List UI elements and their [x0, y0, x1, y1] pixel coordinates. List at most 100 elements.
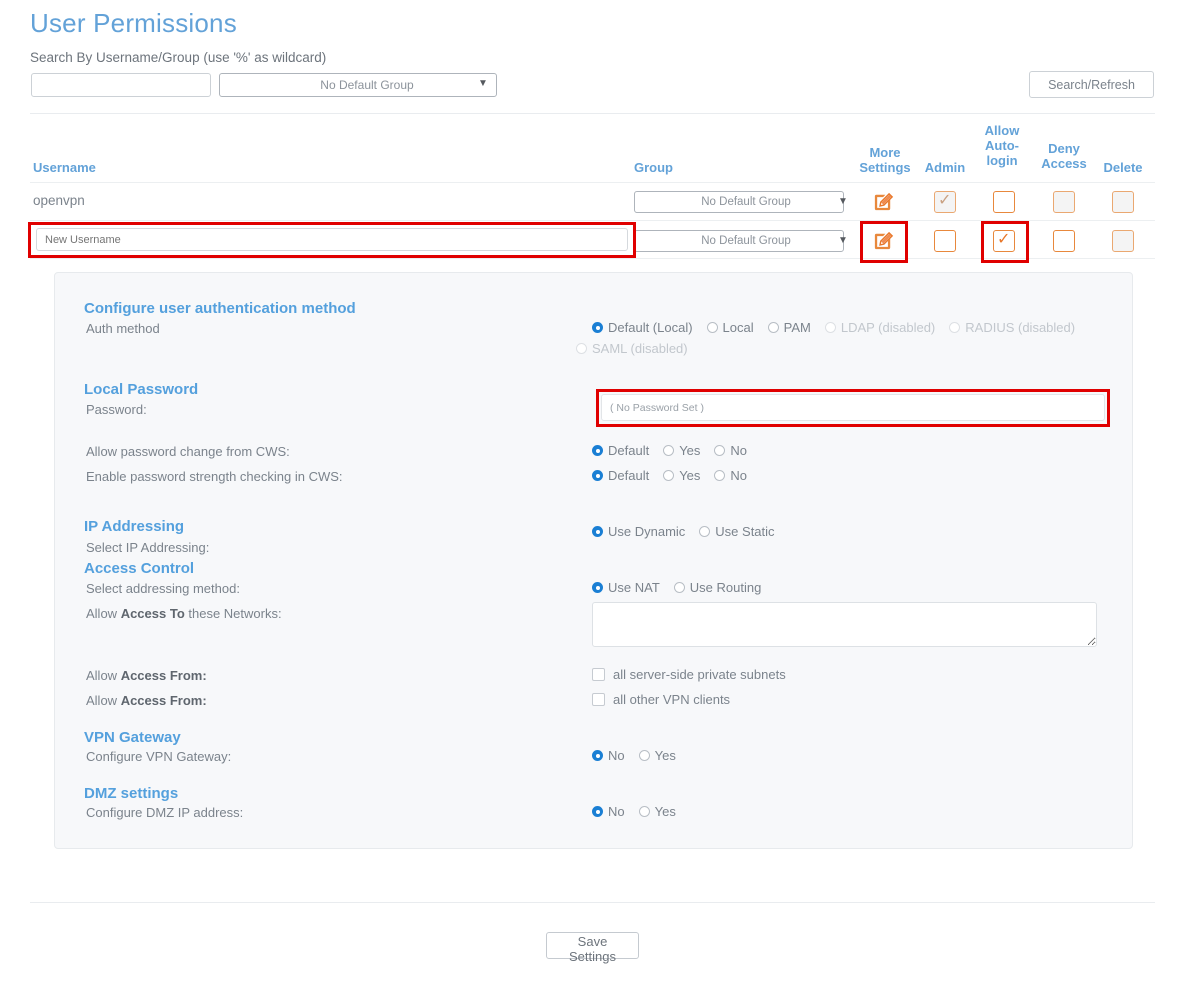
- admin-checkbox-row2[interactable]: [934, 230, 956, 252]
- addressing-option-use-routing[interactable]: Use Routing: [673, 580, 761, 595]
- addressing-method-label: Select addressing method:: [86, 581, 240, 596]
- auth-option-label: SAML (disabled): [592, 341, 688, 356]
- table-row-username: openvpn: [33, 193, 85, 208]
- allow-password-change-label: Allow password change from CWS:: [86, 444, 290, 459]
- radio-label: Yes: [654, 804, 676, 819]
- admin-checkbox-row1: ✓: [934, 191, 956, 213]
- auth-option-pam[interactable]: PAM: [767, 320, 811, 335]
- radio-dot: [706, 322, 718, 333]
- group-select-row2[interactable]: No Default Group: [634, 230, 844, 252]
- auth-method-radio-group-row2[interactable]: SAML (disabled): [576, 341, 702, 356]
- vpn-gateway-label: Configure VPN Gateway:: [86, 749, 232, 764]
- dmz-option-no[interactable]: No: [592, 804, 625, 819]
- radio-dot: [699, 526, 711, 537]
- radio-dot: [824, 322, 836, 333]
- search-group-select[interactable]: No Default Group: [219, 73, 497, 97]
- group-select-row1[interactable]: No Default Group: [634, 191, 844, 213]
- auth-option-ldap: LDAP (disabled): [824, 320, 935, 335]
- auth-option-default-local[interactable]: Default (Local): [592, 320, 693, 335]
- more-settings-line2: Settings: [859, 160, 911, 175]
- auth-option-radius: RADIUS (disabled): [949, 320, 1075, 335]
- access-to-networks-textarea[interactable]: [592, 602, 1097, 647]
- header-divider: [30, 113, 1155, 114]
- auth-option-local[interactable]: Local: [706, 320, 754, 335]
- allow-password-change-radio-group[interactable]: Default Yes No: [592, 443, 761, 458]
- access-from-vpn-clients-checkbox[interactable]: [592, 693, 605, 706]
- more-settings-edit-icon-row1[interactable]: [872, 190, 895, 213]
- radio-label: Use Static: [715, 524, 775, 539]
- addressing-option-use-nat[interactable]: Use NAT: [592, 580, 660, 595]
- vpn-gateway-option-yes[interactable]: Yes: [638, 748, 676, 763]
- allow-change-option-no[interactable]: No: [714, 443, 747, 458]
- auto-login-line3: login: [986, 153, 1018, 168]
- access-from-subnets-checkbox[interactable]: [592, 668, 605, 681]
- label-part: Allow: [86, 693, 121, 708]
- footer-divider: [30, 902, 1155, 903]
- radio-dot: [592, 322, 603, 333]
- allow-change-option-default[interactable]: Default: [592, 443, 649, 458]
- column-header-username: Username: [33, 160, 96, 175]
- deny-access-checkbox-row2[interactable]: [1053, 230, 1075, 252]
- more-settings-edit-icon-row2[interactable]: [872, 229, 895, 252]
- new-username-input[interactable]: [36, 228, 628, 251]
- password-strength-radio-group[interactable]: Default Yes No: [592, 468, 761, 483]
- radio-dot: [576, 343, 587, 354]
- label-part-bold: Access From:: [120, 668, 207, 683]
- access-from-vpn-clients-label: all other VPN clients: [613, 692, 731, 707]
- radio-dot: [673, 582, 685, 593]
- radio-dot: [592, 445, 603, 456]
- auth-method-radio-group[interactable]: Default (Local) Local PAM LDAP (disabled…: [592, 320, 1089, 335]
- section-title-dmz: DMZ settings: [84, 785, 179, 802]
- strength-option-default[interactable]: Default: [592, 468, 649, 483]
- column-header-deny-access: Deny Access: [1038, 141, 1090, 171]
- radio-dot: [592, 470, 603, 481]
- radio-label: No: [608, 748, 625, 763]
- auth-option-label: RADIUS (disabled): [965, 320, 1076, 335]
- radio-dot: [638, 750, 650, 761]
- label-part: these Networks:: [184, 606, 282, 621]
- auth-option-label: Local: [722, 320, 754, 335]
- column-header-delete: Delete: [1103, 160, 1143, 175]
- label-part: Allow: [86, 606, 121, 621]
- ip-option-use-dynamic[interactable]: Use Dynamic: [592, 524, 685, 539]
- radio-label: Default: [608, 468, 650, 483]
- section-title-local-password: Local Password: [84, 381, 199, 398]
- vpn-gateway-option-no[interactable]: No: [592, 748, 625, 763]
- search-input[interactable]: [31, 73, 211, 97]
- radio-label: Yes: [679, 468, 701, 483]
- search-refresh-button[interactable]: Search/Refresh: [1029, 71, 1154, 98]
- auto-login-line2: Auto-: [985, 138, 1019, 153]
- access-from-vpn-clients-row[interactable]: all other VPN clients: [592, 692, 730, 707]
- addressing-method-radio-group[interactable]: Use NAT Use Routing: [592, 580, 775, 595]
- radio-label: Yes: [654, 748, 676, 763]
- page-title: User Permissions: [30, 8, 237, 38]
- access-from-label-1: Allow Access From:: [86, 668, 207, 683]
- strength-option-no[interactable]: No: [714, 468, 747, 483]
- delete-checkbox-row1: [1112, 191, 1134, 213]
- check-icon: ✓: [938, 192, 952, 209]
- auto-login-line1: Allow: [984, 123, 1020, 138]
- allow-change-option-yes[interactable]: Yes: [663, 443, 700, 458]
- radio-label: No: [730, 443, 748, 458]
- dmz-radio-group[interactable]: No Yes: [592, 804, 690, 819]
- vpn-gateway-radio-group[interactable]: No Yes: [592, 748, 690, 763]
- access-from-subnets-row[interactable]: all server-side private subnets: [592, 667, 786, 682]
- access-from-subnets-label: all server-side private subnets: [613, 667, 786, 682]
- password-label: Password:: [86, 402, 147, 417]
- auth-option-saml: SAML (disabled): [576, 341, 688, 356]
- ip-option-use-static[interactable]: Use Static: [699, 524, 775, 539]
- section-title-vpn-gateway: VPN Gateway: [84, 729, 181, 746]
- label-part-bold: Access From:: [120, 693, 207, 708]
- save-settings-button[interactable]: Save Settings: [546, 932, 639, 964]
- allow-auto-login-checkbox-row2[interactable]: ✓: [993, 230, 1015, 252]
- deny-access-line1: Deny: [1048, 141, 1080, 156]
- dmz-option-yes[interactable]: Yes: [638, 804, 676, 819]
- allow-auto-login-checkbox-row1[interactable]: [993, 191, 1015, 213]
- ip-addressing-radio-group[interactable]: Use Dynamic Use Static: [592, 524, 789, 539]
- search-label: Search By Username/Group (use '%' as wil…: [30, 50, 327, 65]
- radio-label: No: [608, 804, 625, 819]
- column-header-admin: Admin: [924, 160, 966, 175]
- radio-dot: [663, 445, 675, 456]
- strength-option-yes[interactable]: Yes: [663, 468, 700, 483]
- password-input[interactable]: [601, 394, 1105, 421]
